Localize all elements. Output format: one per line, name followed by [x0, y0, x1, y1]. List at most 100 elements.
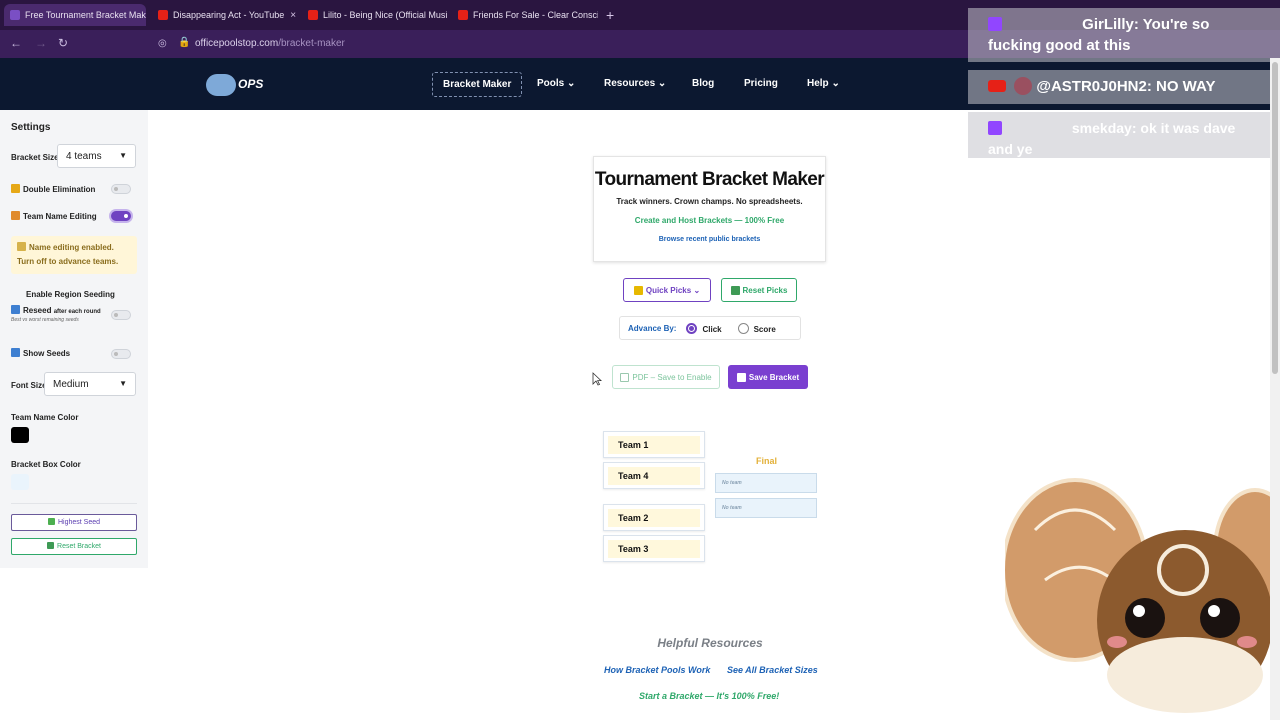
twitch-icon [988, 17, 1002, 31]
seedling-icon [47, 518, 55, 525]
nav-label: Pools [537, 78, 565, 89]
name-editing-notice: Name editing enabled. Turn off to advanc… [11, 236, 137, 274]
youtube-icon [158, 10, 168, 20]
fluffy-collar [1107, 637, 1263, 713]
browse-brackets-link[interactable]: Browse recent public brackets [594, 236, 825, 243]
tab-youtube-3[interactable]: Friends For Sale - Clear Conscie × [452, 4, 598, 26]
page-scrollbar[interactable] [1270, 58, 1280, 720]
tab-bracket-maker[interactable]: Free Tournament Bracket Maker × [4, 4, 146, 26]
avatar [1014, 77, 1033, 95]
final-slot[interactable]: No team [715, 473, 817, 493]
font-size-value: Medium [53, 379, 89, 390]
left-cheek [1107, 636, 1127, 648]
highest-seed-button[interactable]: Highest Seed [11, 514, 137, 531]
bracket-size-label: Bracket Size [11, 153, 59, 162]
right-cheek [1237, 636, 1257, 648]
button-label: PDF – Save to Enable [632, 372, 712, 382]
nav-help[interactable]: Help ⌄ [807, 78, 840, 89]
chat-username: smekday [1071, 120, 1132, 136]
nav-bracket-maker[interactable]: Bracket Maker [432, 72, 523, 97]
option-label: Score [753, 324, 776, 334]
trophy-icon [11, 184, 20, 193]
chat-username: @ASTR0J0HN2 [1036, 78, 1147, 95]
reset-bracket-button[interactable]: Reset Bracket [11, 538, 137, 555]
logo-ball-icon [206, 74, 236, 96]
left-eye [1125, 598, 1165, 638]
bracket-box-color-label: Bracket Box Color [11, 460, 81, 469]
eye-shine [1133, 605, 1145, 617]
team-slot[interactable]: Team 4 [603, 462, 705, 489]
bracket-pools-link[interactable]: How Bracket Pools Work [604, 665, 710, 675]
bracket-size-select[interactable]: 4 teams ▼ [57, 144, 136, 168]
radio-empty-icon [737, 322, 749, 334]
quick-picks-button[interactable]: Quick Picks ⌄ [623, 278, 711, 302]
final-label: Final [756, 456, 778, 466]
double-elimination-toggle[interactable] [111, 184, 131, 194]
recycle-icon [730, 285, 740, 295]
tab-title: Disappearing Act - YouTube [173, 10, 285, 20]
youtube-icon [988, 80, 1006, 92]
close-tab-icon[interactable]: × [284, 10, 296, 21]
eye-shine [1208, 605, 1220, 617]
radio-selected-icon [686, 322, 698, 334]
tab-title: Lilito - Being Nice (Official Musi [323, 10, 448, 20]
reset-picks-button[interactable]: Reset Picks [721, 278, 797, 302]
back-icon[interactable]: ← [10, 36, 22, 50]
team-name-editing-toggle[interactable] [111, 211, 131, 221]
team-name-color-label: Team Name Color [11, 413, 79, 422]
reseed-toggle[interactable] [111, 310, 131, 320]
hero-card: Tournament Bracket Maker Track winners. … [593, 156, 826, 262]
settings-title: Settings [11, 122, 51, 133]
bracket-size-value: 4 teams [66, 151, 102, 162]
reload-icon[interactable]: ↻ [58, 36, 68, 50]
bracket-box-color-swatch[interactable] [11, 474, 29, 490]
site-info-icon[interactable]: ◎ [158, 38, 167, 49]
caret-down-icon: ▼ [119, 379, 127, 388]
site-logo[interactable]: OPS [206, 72, 266, 98]
scrollbar-thumb[interactable] [1272, 62, 1278, 374]
tab-title: Friends For Sale - Clear Conscie [473, 10, 598, 20]
tab-youtube-1[interactable]: Disappearing Act - YouTube × [152, 4, 297, 26]
double-elimination-label: Double Elimination [11, 184, 95, 194]
chat-username: GirLilly [1082, 16, 1134, 33]
team-name-color-swatch[interactable] [11, 427, 29, 443]
team-slot[interactable]: Team 1 [603, 431, 705, 458]
new-tab-button[interactable]: + [606, 7, 614, 23]
team-slot[interactable]: Team 2 [603, 504, 705, 531]
printer-icon [620, 372, 630, 382]
bracket-sizes-link[interactable]: See All Bracket Sizes [727, 665, 818, 675]
reseed-label: Reseed after each round [11, 305, 101, 315]
close-tab-icon[interactable]: × [447, 10, 448, 21]
label-text: Show Seeds [23, 349, 71, 358]
pdf-button[interactable]: PDF – Save to Enable [612, 365, 720, 389]
start-bracket-link[interactable]: Start a Bracket — It's 100% Free! [639, 691, 779, 701]
chat-message: smekday: ok it was dave and ye [968, 112, 1280, 158]
page-subtitle: Track winners. Crown champs. No spreadsh… [616, 197, 803, 206]
show-seeds-toggle[interactable] [111, 349, 131, 359]
nav-pools[interactable]: Pools ⌄ [537, 78, 575, 89]
pencil-icon [11, 211, 20, 220]
final-slot[interactable]: No team [715, 498, 817, 518]
save-bracket-button[interactable]: Save Bracket [728, 365, 808, 389]
option-label: Click [702, 324, 722, 334]
logo-text: OPS [238, 77, 264, 91]
advance-click-option[interactable]: Click [686, 322, 722, 334]
nav-pricing[interactable]: Pricing [744, 78, 778, 89]
nav-blog[interactable]: Blog [692, 78, 714, 89]
advance-score-option[interactable]: Score [737, 322, 776, 334]
url-path: /bracket-maker [278, 38, 345, 49]
font-size-label: Font Size [11, 381, 47, 390]
font-size-select[interactable]: Medium ▼ [44, 372, 136, 396]
stream-chat-overlay: GirLilly: You're so fucking good at this… [968, 8, 1280, 158]
url-domain: officepoolstop.com [195, 38, 279, 49]
right-eye [1200, 598, 1240, 638]
tab-youtube-2[interactable]: Lilito - Being Nice (Official Musi × [302, 4, 448, 26]
chevron-down-icon: ⌄ [831, 78, 840, 89]
label-text: Team Name Editing [23, 212, 97, 221]
team-name: Team 2 [618, 513, 649, 523]
url-field[interactable]: officepoolstop.com/bracket-maker [195, 38, 345, 49]
floppy-disk-icon [736, 372, 746, 382]
team-slot[interactable]: Team 3 [603, 535, 705, 562]
forward-icon[interactable]: → [35, 36, 47, 50]
nav-resources[interactable]: Resources ⌄ [604, 78, 666, 89]
